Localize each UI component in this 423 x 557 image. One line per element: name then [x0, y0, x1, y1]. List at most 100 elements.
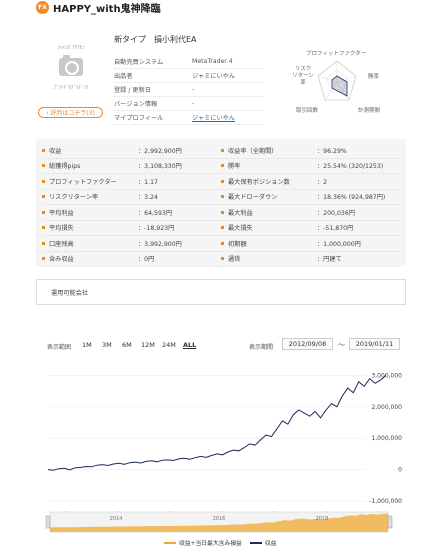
stat-value: ：18.36% (924,987円) — [317, 194, 386, 202]
radar-label-left-1: リスク — [294, 66, 312, 72]
info-row: バージョン情報 - — [114, 97, 264, 111]
stat-row: 通貨 ：円建て — [221, 252, 400, 267]
stat-value: ：-51,870円 — [317, 225, 354, 233]
stat-value: ：96.29% — [317, 147, 347, 155]
stats-column-left: 収益 ：2,992,900円総獲得pips ：3,108,330円プロフィットファク… — [42, 143, 221, 267]
stat-value: ：2,992,900円 — [138, 147, 182, 155]
profit-series-line — [47, 375, 387, 471]
stats-column-right: 収益率（全期間） ：96.29% 勝率 ：25.54% (320/1253) 最大保有ポ… — [221, 143, 400, 267]
bullet-icon — [221, 164, 224, 168]
stat-value: ：0円 — [138, 256, 155, 264]
legend-label-equity-drawdown: 収益+当日最大含み損益 — [179, 541, 242, 547]
stat-value: ：1.17 — [138, 178, 158, 186]
thumbnail-caption-bottom: ﾌﾞﾗｲﾄﾞﾓﾃﾞﾓﾄﾞｼﾃ — [53, 85, 89, 91]
bullet-icon — [42, 210, 45, 214]
legend-swatch-equity-drawdown — [164, 541, 176, 544]
bullet-icon — [42, 241, 45, 245]
stat-row: 初期額 ：1,000,000円 — [221, 236, 400, 252]
broker-box: 運用可能会社 — [36, 279, 406, 305]
page-title: HAPPY_with鬼神降臨 — [53, 4, 161, 15]
stat-value: ：200,036円 — [317, 209, 355, 217]
camera-icon — [59, 55, 83, 76]
navigator-handle-left — [45, 515, 51, 529]
stat-row: 総獲得pips ：3,108,330円 — [42, 159, 221, 174]
stat-label: 最大利益 — [228, 209, 253, 217]
chart-panel: 表示範囲 1M 3M 6M 12M 24M ALL 表示期間 2012/09/0… — [36, 326, 406, 557]
bullet-icon — [221, 226, 224, 230]
bullet-icon — [221, 210, 224, 214]
stat-value: ：3.24 — [138, 194, 158, 202]
stat-row: 最大利益 ：200,036円 — [221, 205, 400, 221]
stat-label: 初期額 — [228, 240, 247, 248]
stat-value: ：64,593円 — [138, 209, 173, 217]
stat-row: 最大ドローダウン ：18.36% (924,987円) — [221, 190, 400, 205]
bullet-icon — [42, 148, 45, 152]
stat-row: 平均利益 ：64,593円 — [42, 205, 221, 221]
info-row: 自動売買システム MetaTrader 4 — [114, 55, 264, 69]
stat-label: 最大損失 — [228, 225, 253, 233]
stat-label: 通貨 — [228, 256, 241, 264]
stat-row: 収益率（全期間） ：96.29% — [221, 143, 400, 159]
thumbnail-caption-top: ｼｬﾒｼｶﾞｱﾘﾏｾﾝ — [57, 45, 85, 51]
bullet-icon — [221, 195, 224, 199]
radar-label-left-2: リターン率 — [292, 73, 314, 86]
radar-label-bottom-left: 取引回数 — [296, 108, 319, 114]
bullet-icon — [221, 148, 224, 152]
bullet-icon — [221, 179, 224, 183]
radar-label-left: リスク リターン率 — [292, 66, 314, 87]
y-tick-label: 0 — [398, 467, 402, 474]
stat-row: 平均損失 ：-18,923円 — [42, 221, 221, 236]
stat-label: 収益率（全期間） — [228, 147, 278, 155]
profile-link[interactable]: ジャミにいやん — [192, 113, 264, 122]
info-label: 自動売買システム — [114, 59, 164, 66]
info-label: バージョン情報 — [114, 101, 158, 108]
stat-value: ：3,108,330円 — [138, 163, 182, 171]
stat-value: ：1,000,000円 — [317, 240, 361, 248]
info-row: 出品者 ジャミにいやん — [114, 69, 264, 83]
stat-row: 収益 ：2,992,900円 — [42, 143, 221, 159]
bullet-icon — [42, 195, 45, 199]
page-header: FX HAPPY_with鬼神降臨 — [36, 0, 423, 15]
equity-chart: 3,000,0002,000,0001,000,0000-1,000,00014… — [45, 372, 402, 533]
stat-row: 口座残高 ：3,992,900円 — [42, 236, 221, 252]
radar-label-right: 勝率 — [368, 74, 380, 80]
info-value: MetaTrader 4 — [192, 58, 233, 65]
stat-row: プロフィットファクター ：1.17 — [42, 174, 221, 190]
info-row: 登録 / 更新日 - — [114, 83, 264, 97]
y-tick-label: -1,000,000 — [369, 498, 402, 505]
info-value: ジャミにいやん — [192, 73, 236, 80]
navigator-handle-right — [387, 515, 393, 529]
stat-row: 勝率 ：25.54% (320/1253) — [221, 159, 400, 174]
stat-row: 最大保有ポジション数 ：2 — [221, 174, 400, 190]
chart-legend: 収益+当日最大含み損益 収益 — [164, 538, 276, 547]
y-tick-label: 3,000,000 — [371, 372, 402, 379]
y-tick-label: 2,000,000 — [371, 404, 402, 411]
stat-label: 勝率 — [228, 163, 241, 171]
stat-label: 総獲得pips — [49, 163, 81, 171]
navigator-tick-label: 2016 — [213, 516, 226, 522]
info-value: - — [192, 100, 195, 107]
radar-label-bottom-right: 計測期間 — [358, 108, 381, 114]
bullet-icon — [221, 241, 224, 245]
ea-name: 新タイプ 損小利代EA — [114, 35, 197, 44]
legend-label-profit: 収益 — [264, 541, 277, 547]
stat-value: ：-18,923円 — [138, 225, 175, 233]
navigator-tick-label: 2018 — [316, 516, 329, 522]
ea-thumbnail: ｼｬﾒｼｶﾞｱﾘﾏｾﾝ ﾌﾞﾗｲﾄﾞﾓﾃﾞﾓﾄﾞｼﾃ — [45, 44, 97, 94]
bullet-icon — [42, 226, 45, 230]
stat-value: ：円建て — [317, 256, 342, 264]
info-value: - — [192, 86, 195, 93]
stat-label: 平均損失 — [49, 225, 74, 233]
info-row: マイプロフィール ジャミにいやん — [114, 111, 264, 125]
stat-label: プロフィットファクター — [49, 178, 117, 186]
legend-swatch-profit — [249, 541, 262, 544]
review-button[interactable]: › 評判はコチラ(3) — [38, 107, 103, 118]
stat-label: 口座残高 — [49, 240, 74, 248]
stat-label: リスクリターン率 — [49, 194, 99, 202]
stat-label: 含み収益 — [49, 256, 74, 264]
stat-row: 含み収益 ：0円 — [42, 252, 221, 267]
stat-value: ：3,992,900円 — [138, 240, 182, 248]
info-label: 出品者 — [114, 73, 133, 80]
stat-value: ：25.54% (320/1253) — [317, 163, 384, 171]
stat-value: ：2 — [317, 178, 328, 186]
